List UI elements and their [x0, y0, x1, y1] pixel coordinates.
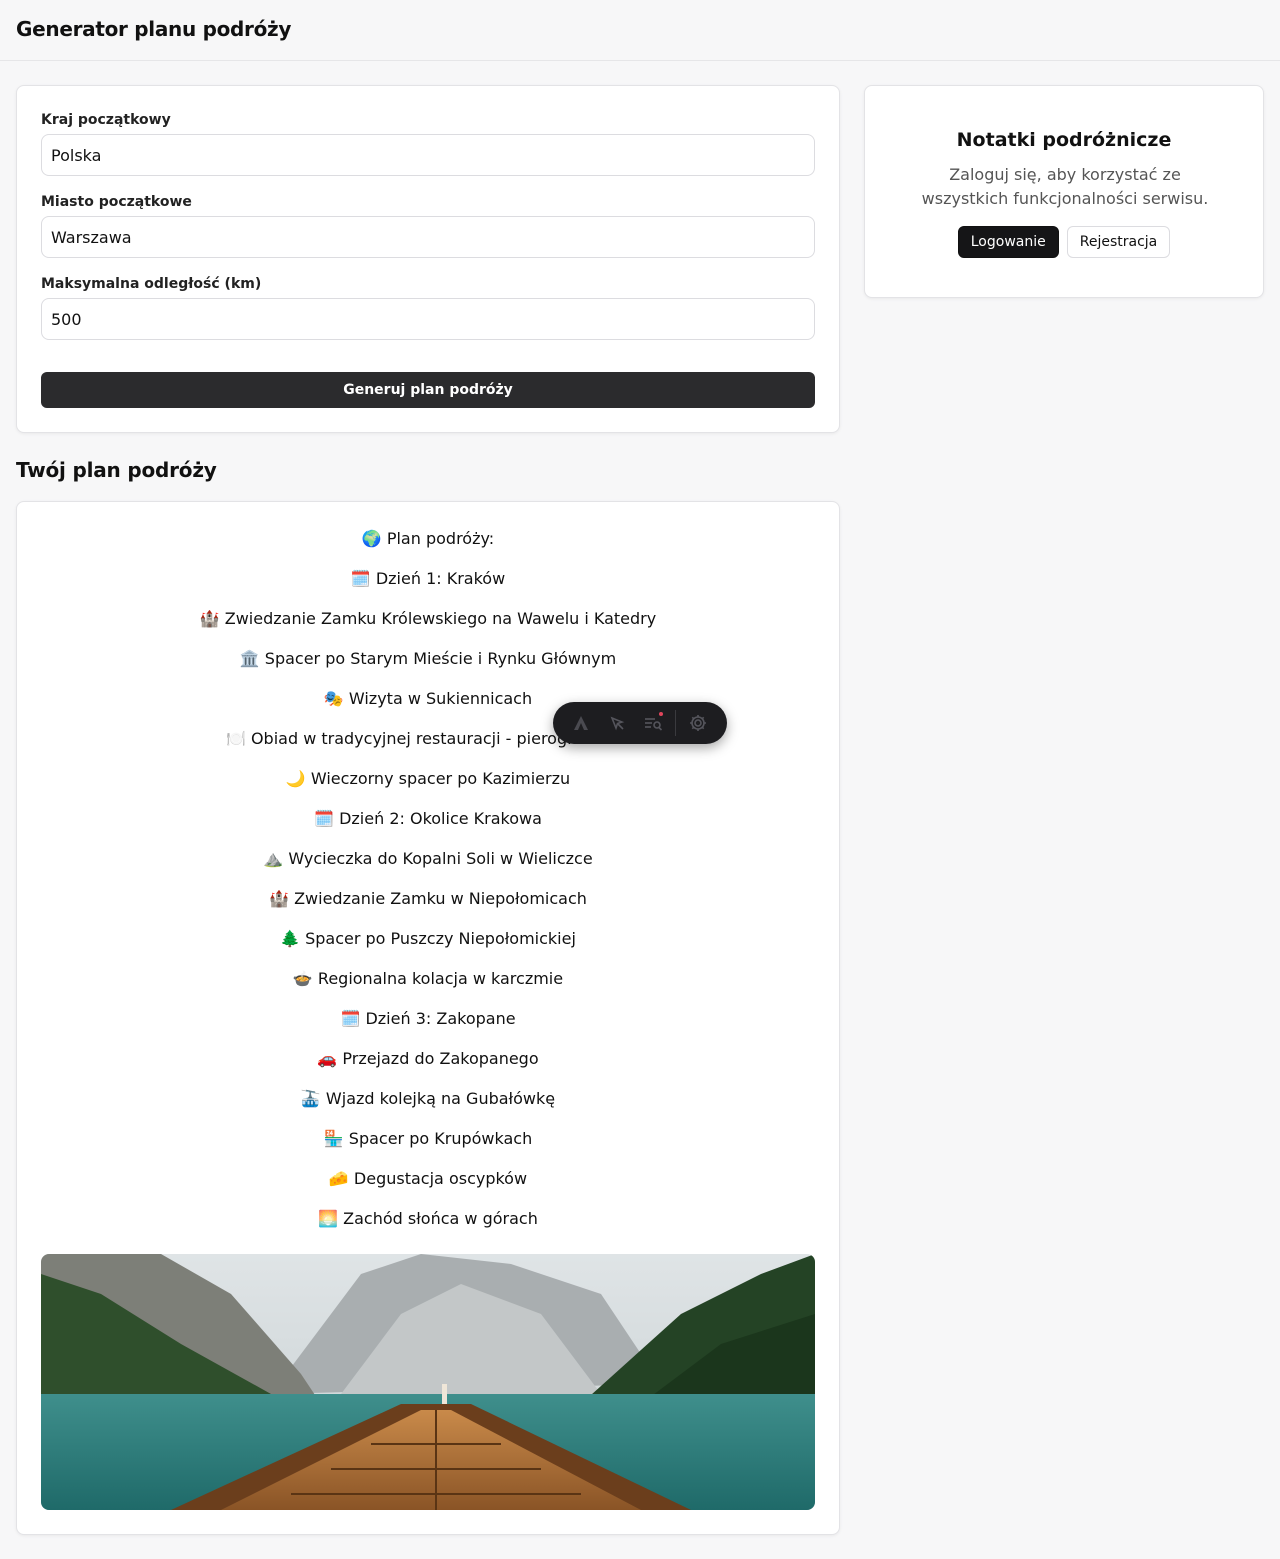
plan-item: 🌙 Wieczorny spacer po Kazimierzu — [285, 769, 571, 788]
brand-icon[interactable] — [563, 702, 599, 744]
country-label: Kraj początkowy — [41, 112, 171, 128]
plan-list: 🌍 Plan podróży: 🗓️ Dzień 1: Kraków 🏰 Zwi… — [17, 524, 839, 1244]
inspect-list-icon[interactable] — [635, 702, 671, 744]
notes-title: Notatki podróżnicze — [956, 129, 1172, 151]
plan-item: 🏪 Spacer po Krupówkach — [323, 1129, 533, 1148]
floating-toolbar — [553, 702, 727, 744]
plan-card: 🌍 Plan podróży: 🗓️ Dzień 1: Kraków 🏰 Zwi… — [16, 501, 840, 1535]
toolbar-divider — [675, 710, 676, 736]
plan-item: 🗓️ Dzień 1: Kraków — [350, 569, 506, 588]
plan-item: 🚗 Przejazd do Zakopanego — [317, 1049, 539, 1068]
login-button[interactable]: Logowanie — [957, 226, 1059, 258]
destination-photo — [41, 1254, 815, 1510]
register-button[interactable]: Rejestracja — [1066, 226, 1171, 258]
login-prompt: Zaloguj się, aby korzystać ze wszystkich… — [921, 165, 1209, 208]
plan-item: 🌍 Plan podróży: — [361, 529, 495, 548]
distance-input[interactable] — [41, 298, 815, 340]
top-bar: Generator planu podróży — [0, 0, 1280, 61]
city-label: Miasto początkowe — [41, 194, 192, 210]
plan-item: 🚠 Wjazd kolejką na Gubałówkę — [300, 1089, 556, 1108]
plan-heading: Twój plan podróży — [16, 458, 217, 482]
plan-item: 🗓️ Dzień 3: Zakopane — [340, 1009, 516, 1028]
settings-gear-icon[interactable] — [680, 702, 716, 744]
page-title: Generator planu podróży — [16, 17, 292, 41]
city-input[interactable] — [41, 216, 815, 258]
plan-item: 🏰 Zwiedzanie Zamku w Niepołomicach — [269, 889, 587, 908]
plan-item: 🗓️ Dzień 2: Okolice Krakowa — [314, 809, 542, 828]
trip-form: Kraj początkowy Miasto początkowe Maksym… — [16, 85, 840, 433]
travel-notes-panel: Notatki podróżnicze Zaloguj się, aby kor… — [864, 85, 1264, 298]
country-input[interactable] — [41, 134, 815, 176]
plan-item: ⛰️ Wycieczka do Kopalni Soli w Wieliczce — [263, 849, 593, 868]
generate-plan-button[interactable]: Generuj plan podróży — [41, 372, 815, 408]
notification-dot — [659, 712, 663, 716]
plan-item: 🏰 Zwiedzanie Zamku Królewskiego na Wawel… — [199, 609, 657, 628]
plan-item: 🌲 Spacer po Puszczy Niepołomickiej — [280, 929, 576, 948]
plan-item: 🍲 Regionalna kolacja w karczmie — [292, 969, 564, 988]
distance-label: Maksymalna odległość (km) — [41, 276, 262, 292]
auth-buttons: Logowanie Rejestracja — [865, 226, 1263, 258]
plan-item: 🧀 Degustacja oscypków — [328, 1169, 528, 1188]
plan-item: 🌅 Zachód słońca w górach — [318, 1209, 538, 1228]
plan-item: 🏛️ Spacer po Starym Mieście i Rynku Głów… — [239, 649, 617, 668]
cursor-select-icon[interactable] — [599, 702, 635, 744]
